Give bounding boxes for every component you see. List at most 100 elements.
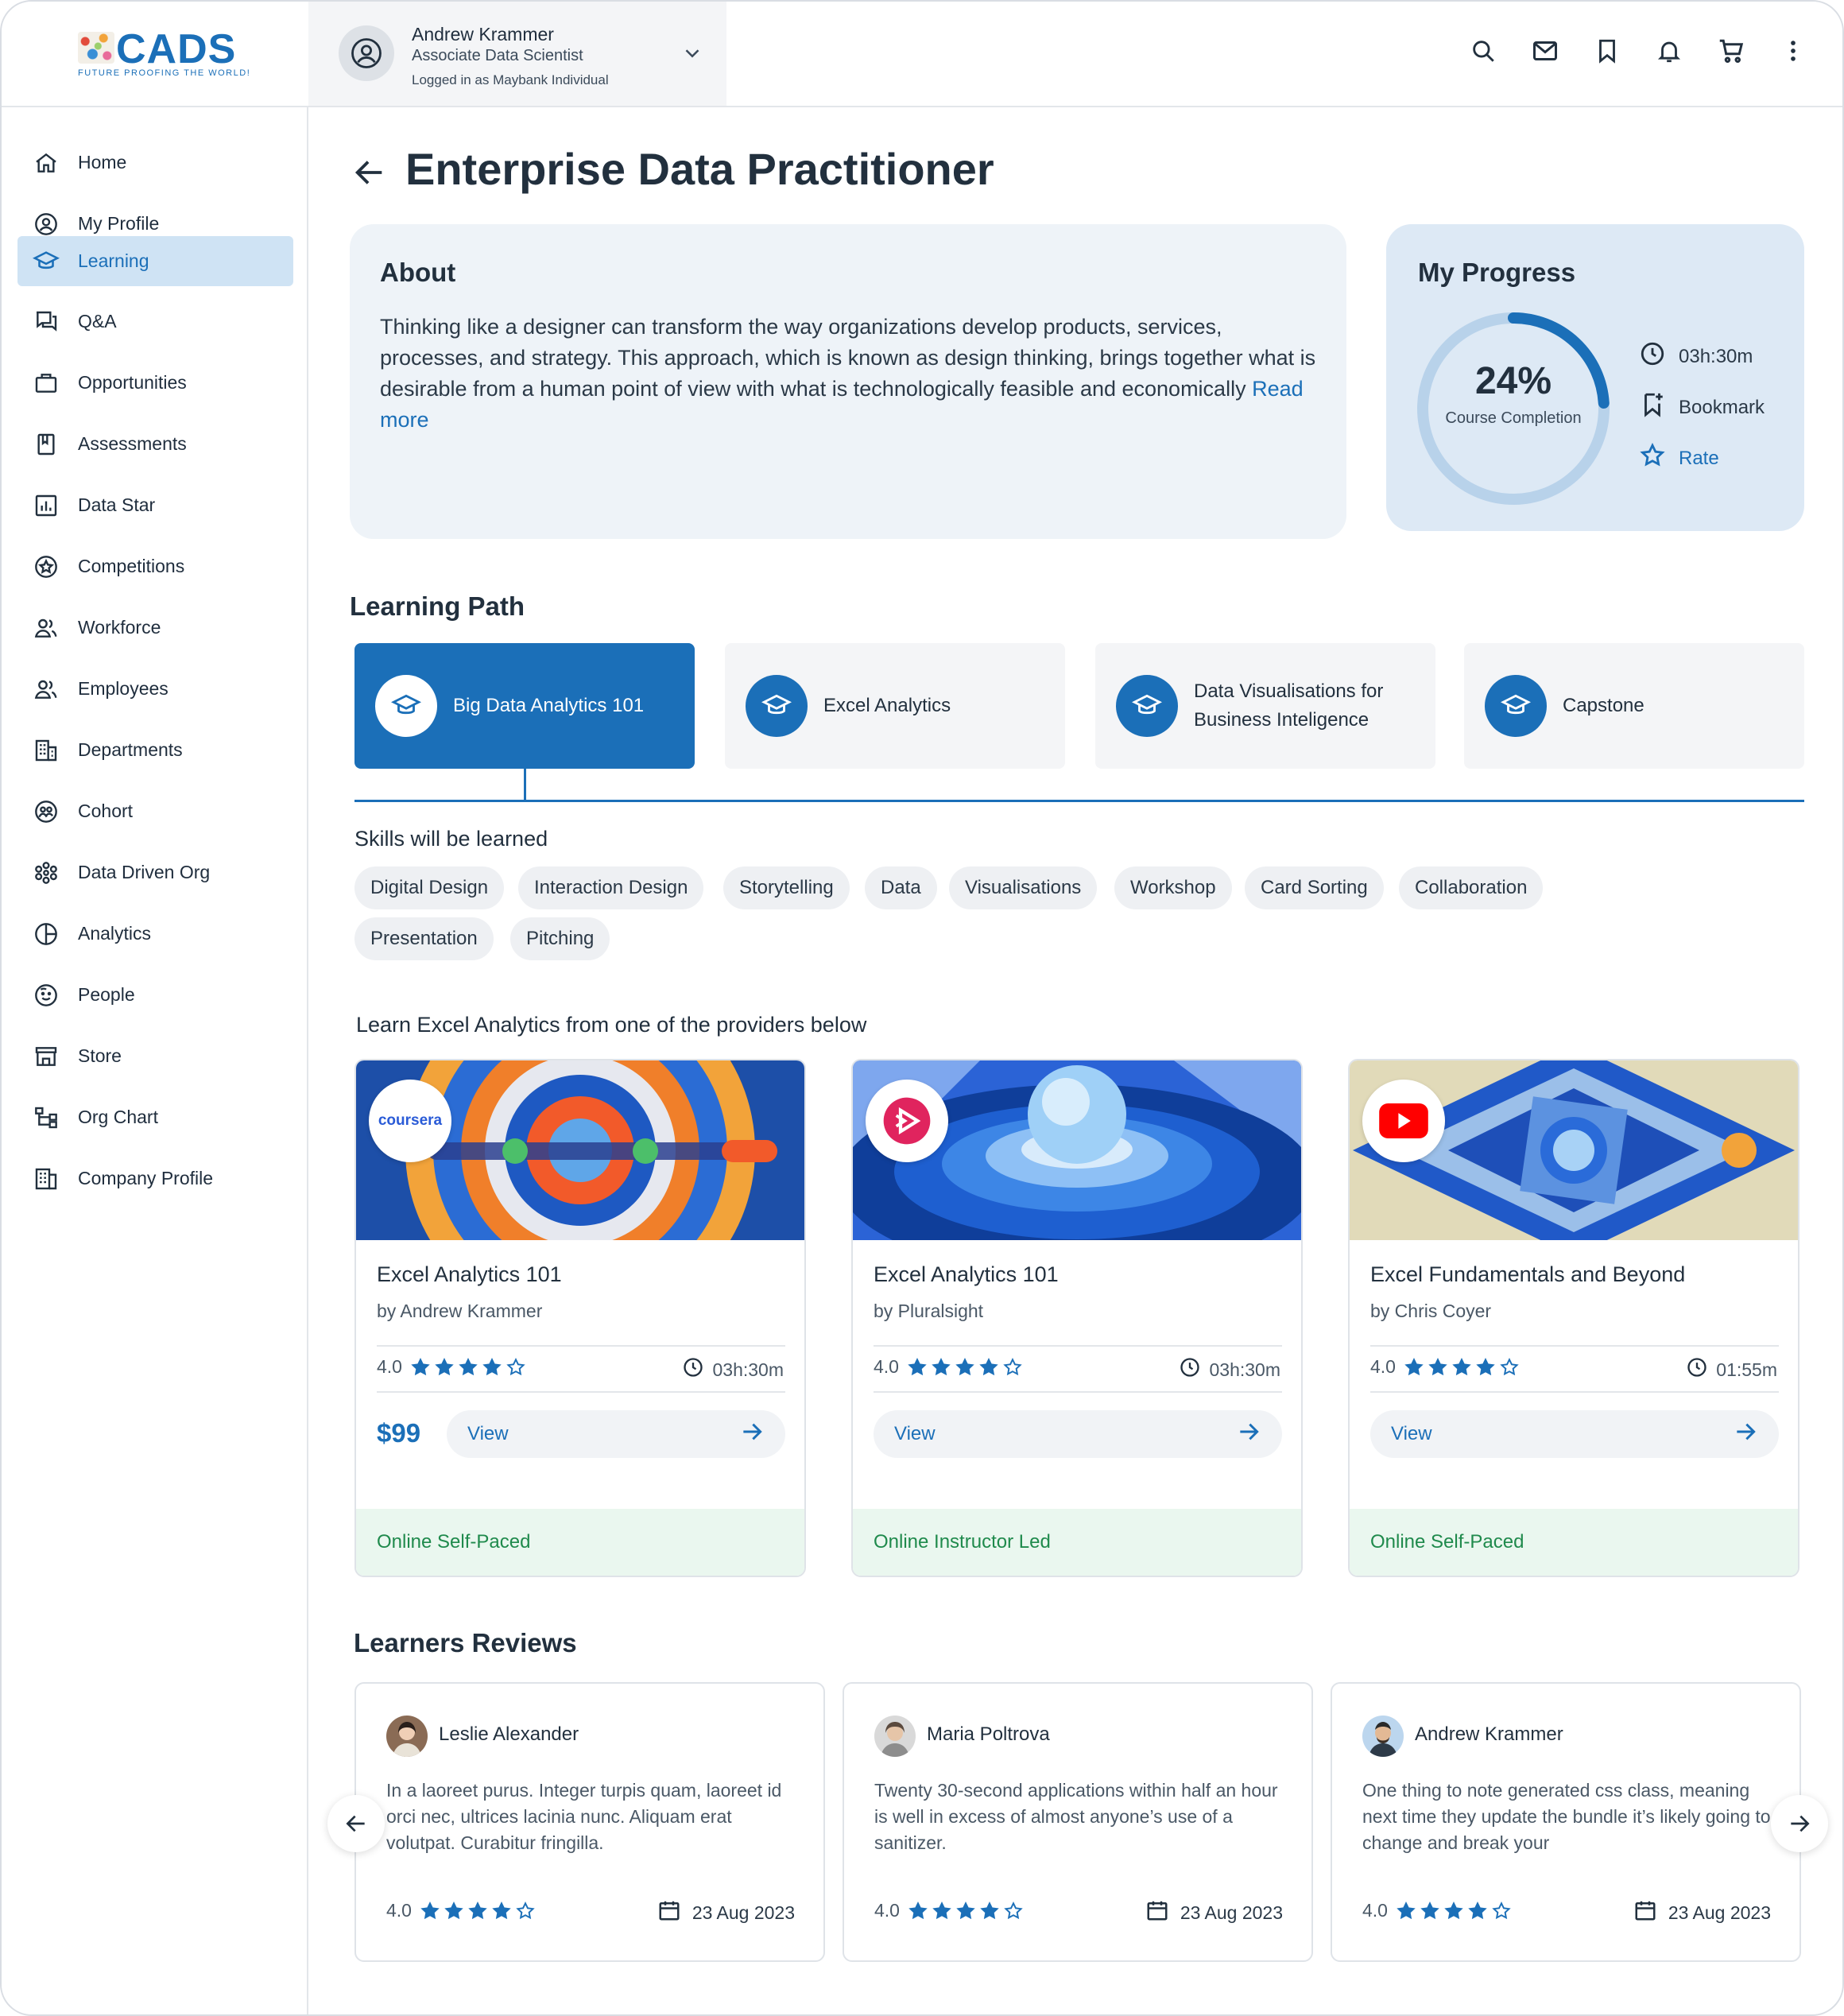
course-author: by Pluralsight: [874, 1301, 984, 1321]
star-outline-icon: [1639, 442, 1666, 475]
star-filled-icon: [908, 1901, 928, 1919]
star-filled-icon: [1404, 1357, 1424, 1375]
user-menu[interactable]: Andrew Krammer Associate Data Scientist …: [308, 2, 726, 106]
bell-icon[interactable]: [1655, 35, 1683, 67]
sidebar-item-opportunities[interactable]: Opportunities: [17, 358, 293, 408]
sidebar-item-label: Company Profile: [78, 1168, 214, 1188]
review-date: 23 Aug 2023: [657, 1898, 795, 1927]
progress-rate-button[interactable]: Rate: [1639, 442, 1719, 475]
graduation-cap-icon: [32, 247, 60, 276]
sidebar-item-employees[interactable]: Employees: [17, 664, 293, 714]
path-step-capstone[interactable]: Capstone: [1464, 643, 1804, 769]
divider: [1370, 1391, 1779, 1393]
briefcase-icon: [32, 369, 60, 397]
about-heading: About: [380, 258, 456, 287]
path-step-label: Capstone: [1563, 695, 1644, 716]
review-rating: 4.0: [386, 1900, 536, 1921]
progress-bookmark-button[interactable]: Bookmark: [1639, 391, 1765, 424]
mail-icon[interactable]: [1531, 35, 1559, 67]
bookmark-icon[interactable]: [1593, 35, 1621, 67]
sidebar-item-assessments[interactable]: Assessments: [17, 419, 293, 469]
course-card[interactable]: Excel Analytics 101 by Pluralsight 4.0 0…: [851, 1059, 1303, 1577]
course-card[interactable]: Excel Fundamentals and Beyond by Chris C…: [1348, 1059, 1799, 1577]
duration-value: 03h:30m: [1209, 1359, 1280, 1380]
star-filled-icon: [435, 1357, 454, 1375]
star-filled-icon: [1452, 1357, 1471, 1375]
sidebar-item-label: Cohort: [78, 801, 134, 821]
sidebar-item-store[interactable]: Store: [17, 1031, 293, 1081]
logo-text: CADS: [116, 26, 237, 72]
path-step-data-visualisations[interactable]: Data Visualisations for Business Intelig…: [1095, 643, 1435, 769]
sidebar-item-org-chart[interactable]: Org Chart: [17, 1092, 293, 1142]
view-label: View: [894, 1423, 936, 1444]
arrow-right-icon: [1236, 1419, 1261, 1450]
rating-stars: [907, 1357, 1023, 1378]
star-filled-icon: [459, 1357, 478, 1375]
reviews-next-button[interactable]: [1771, 1795, 1828, 1852]
view-course-button[interactable]: View: [447, 1410, 785, 1458]
sidebar-item-home[interactable]: Home: [17, 138, 293, 188]
about-body: Thinking like a designer can transform t…: [380, 315, 1316, 401]
network-icon: [32, 859, 60, 887]
sidebar-item-analytics[interactable]: Analytics: [17, 909, 293, 959]
progress-heading: My Progress: [1418, 258, 1576, 287]
top-actions: [1469, 35, 1807, 67]
star-outline-icon: [516, 1901, 535, 1919]
reviewer-avatar: [1362, 1716, 1404, 1757]
bar-chart-icon: [32, 491, 60, 520]
cart-icon[interactable]: [1717, 35, 1745, 67]
course-mode: Online Self-Paced: [1350, 1509, 1798, 1576]
path-step-big-data-analytics[interactable]: Big Data Analytics 101: [354, 643, 695, 769]
group-icon: [32, 797, 60, 826]
user-avatar-icon: [339, 25, 394, 81]
skill-chip: Presentation: [354, 917, 494, 960]
sidebar-item-data-star[interactable]: Data Star: [17, 480, 293, 530]
more-vertical-icon[interactable]: [1779, 35, 1807, 67]
sidebar-item-company-profile[interactable]: Company Profile: [17, 1153, 293, 1204]
sidebar-item-departments[interactable]: Departments: [17, 725, 293, 775]
sidebar-item-label: Q&A: [78, 311, 117, 331]
star-outline-icon: [506, 1357, 525, 1375]
sidebar-item-label: Departments: [78, 739, 183, 760]
cads-logo[interactable]: CADS FUTURE PROOFING THE WORLD!: [78, 26, 250, 81]
providers-heading: Learn Excel Analytics from one of the pr…: [356, 1013, 867, 1037]
skill-chip: Data: [865, 866, 937, 909]
path-step-excel-analytics[interactable]: Excel Analytics: [725, 643, 1065, 769]
sidebar-item-workforce[interactable]: Workforce: [17, 603, 293, 653]
star-filled-icon: [1397, 1901, 1416, 1919]
sidebar-item-label: Home: [78, 152, 127, 173]
app-frame: CADS FUTURE PROOFING THE WORLD! Andrew K…: [0, 0, 1844, 2016]
search-icon[interactable]: [1469, 35, 1497, 67]
page-title: Enterprise Data Practitioner: [405, 144, 994, 194]
back-arrow-icon[interactable]: [351, 154, 388, 195]
chat-icon: [32, 308, 60, 336]
view-course-button[interactable]: View: [874, 1410, 1282, 1458]
about-text: Thinking like a designer can transform t…: [380, 312, 1318, 436]
sidebar-item-cohort[interactable]: Cohort: [17, 786, 293, 836]
star-filled-icon: [411, 1357, 430, 1375]
course-author: by Chris Coyer: [1370, 1301, 1492, 1321]
sidebar-item-label: Data Star: [78, 494, 156, 515]
view-label: View: [1391, 1423, 1432, 1444]
sidebar-item-competitions[interactable]: Competitions: [17, 541, 293, 591]
building-icon: [32, 736, 60, 765]
skill-chip: Interaction Design: [518, 866, 704, 909]
sidebar-item-people[interactable]: People: [17, 970, 293, 1020]
course-card[interactable]: coursera Excel Analytics 101 by Andrew K…: [354, 1059, 806, 1577]
review-date: 23 Aug 2023: [1633, 1898, 1771, 1927]
star-filled-icon: [482, 1357, 502, 1375]
divider: [377, 1345, 785, 1347]
sidebar-item-learning[interactable]: Learning: [17, 236, 293, 286]
skill-chip: Digital Design: [354, 866, 505, 909]
sidebar-item-qa[interactable]: Q&A: [17, 297, 293, 347]
skill-chip: Collaboration: [1399, 866, 1544, 909]
user-name: Andrew Krammer: [412, 24, 554, 45]
rating-value: 4.0: [377, 1356, 402, 1377]
youtube-icon: [1362, 1080, 1445, 1162]
star-filled-icon: [1476, 1357, 1495, 1375]
chevron-down-icon[interactable]: [680, 41, 704, 69]
reviews-prev-button[interactable]: [327, 1795, 385, 1852]
view-course-button[interactable]: View: [1370, 1410, 1779, 1458]
rating-value: 4.0: [1370, 1356, 1396, 1377]
sidebar-item-data-driven-org[interactable]: Data Driven Org: [17, 847, 293, 898]
